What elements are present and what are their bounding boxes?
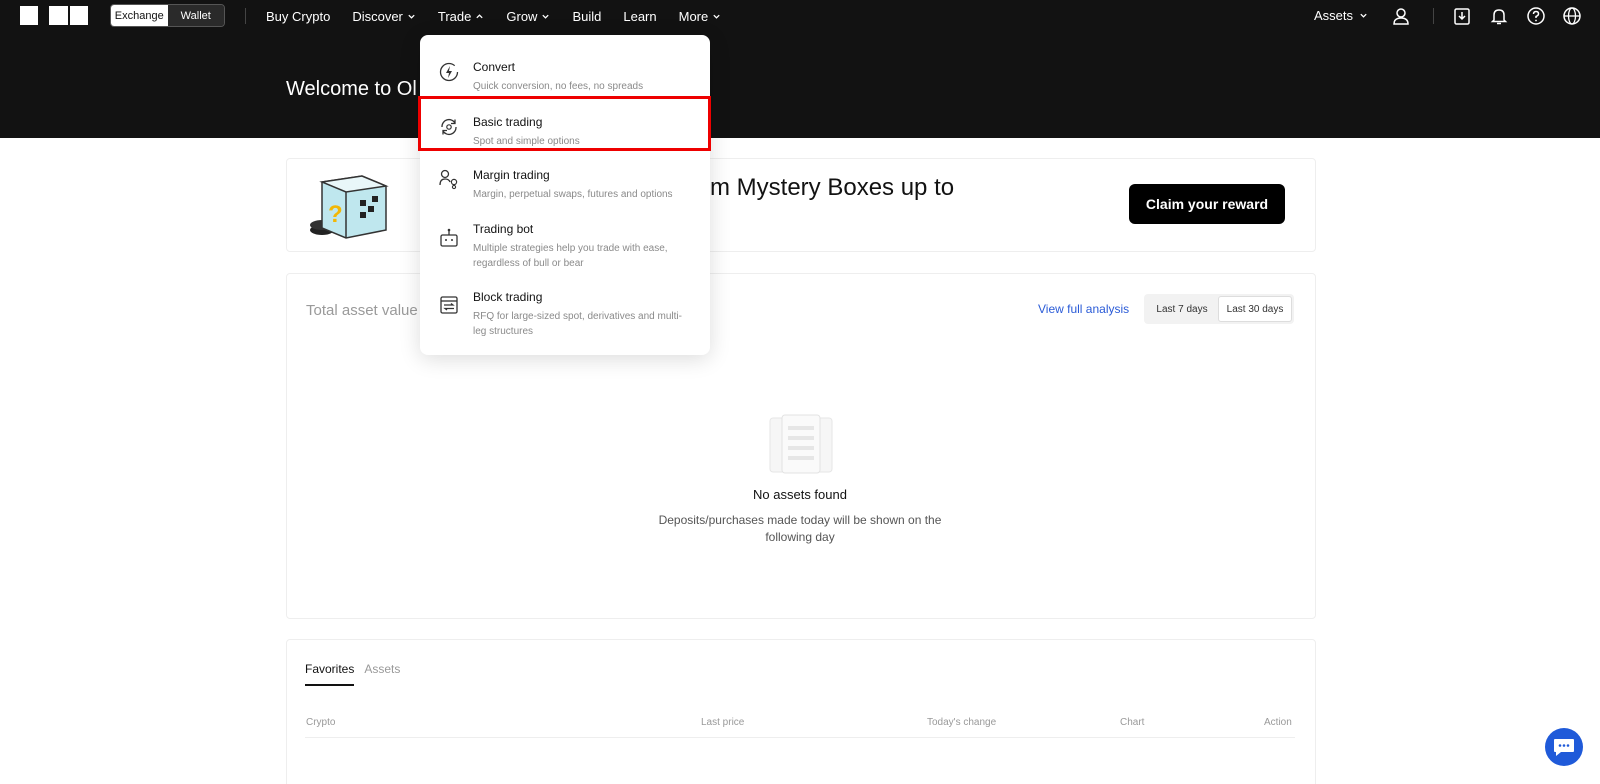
block-trading-icon <box>440 296 458 314</box>
menu-item-description: Quick conversion, no fees, no spreads <box>473 81 644 92</box>
convert-icon <box>439 62 459 82</box>
chevron-down-icon <box>713 14 720 19</box>
tab-favorites[interactable]: Favorites <box>305 662 355 686</box>
nav-trade[interactable]: Trade <box>438 9 484 24</box>
claim-reward-button[interactable]: Claim your reward <box>1129 184 1285 224</box>
empty-state-description: Deposits/purchases made today will be sh… <box>658 513 942 544</box>
nav-divider <box>245 8 246 24</box>
chat-icon <box>1554 739 1574 756</box>
nav-grow[interactable]: Grow <box>506 9 550 24</box>
column-header-todays-change: Today's change <box>927 717 997 728</box>
menu-item-description: Margin, perpetual swaps, futures and opt… <box>473 189 673 200</box>
main-nav: Buy Crypto Discover Trade Grow Build Lea… <box>266 0 721 32</box>
promo-text: laim Mystery Boxes up to <box>686 174 955 201</box>
nav-label: Buy Crypto <box>266 8 331 24</box>
margin-trading-icon <box>439 169 458 190</box>
welcome-heading: Welcome to Ol <box>286 78 417 100</box>
range-last-7-days[interactable]: Last 7 days <box>1146 296 1218 322</box>
view-full-analysis-link[interactable]: View full analysis <box>1038 302 1129 316</box>
menu-item-margin-trading[interactable]: Margin trading Margin, perpetual swaps, … <box>420 160 710 214</box>
assets-label: Assets <box>1314 8 1354 23</box>
empty-document-icon <box>769 414 833 474</box>
menu-item-title: Trading bot <box>473 222 534 236</box>
favorites-card <box>286 639 1316 784</box>
menu-item-title: Block trading <box>473 290 543 304</box>
download-icon[interactable] <box>1452 6 1472 26</box>
globe-icon[interactable] <box>1562 6 1582 26</box>
chevron-down-icon <box>1360 13 1367 18</box>
help-icon[interactable] <box>1526 6 1546 26</box>
menu-item-trading-bot[interactable]: Trading bot Multiple strategies help you… <box>420 214 710 282</box>
exchange-tab[interactable]: Exchange <box>111 5 168 26</box>
menu-item-title: Convert <box>473 60 516 74</box>
robot-icon <box>440 228 458 247</box>
menu-item-description: RFQ for large-sized spot, derivatives an… <box>473 311 682 337</box>
trade-dropdown-menu: Convert Quick conversion, no fees, no sp… <box>420 35 710 355</box>
nav-label: Learn <box>623 8 657 24</box>
column-header-action: Action <box>1264 717 1292 728</box>
chevron-up-icon <box>476 13 484 18</box>
nav-buy-crypto[interactable]: Buy Crypto <box>266 9 330 24</box>
nav-label: More <box>678 8 709 24</box>
nav-discover[interactable]: Discover <box>352 9 416 24</box>
column-header-last-price: Last price <box>701 717 745 728</box>
menu-item-title: Margin trading <box>473 168 550 182</box>
wallet-tab[interactable]: Wallet <box>167 5 224 26</box>
date-range-toggle: Last 7 days Last 30 days <box>1144 294 1294 324</box>
nav-label: Discover <box>352 8 403 24</box>
basic-trading-highlight-box <box>418 96 711 151</box>
empty-state-title: No assets found <box>753 487 847 502</box>
tab-assets[interactable]: Assets <box>364 662 400 686</box>
menu-item-description: Multiple strategies help you trade with … <box>473 243 668 269</box>
table-divider <box>305 737 1295 738</box>
range-last-30-days[interactable]: Last 30 days <box>1218 296 1292 322</box>
exchange-wallet-switch: Exchange Wallet <box>110 4 225 27</box>
nav-divider <box>1433 8 1434 24</box>
mystery-box-image: ? <box>310 175 389 239</box>
nav-label: Trade <box>437 8 472 24</box>
column-header-crypto: Crypto <box>306 717 336 728</box>
chevron-down-icon <box>408 14 415 19</box>
menu-item-block-trading[interactable]: Block trading RFQ for large-sized spot, … <box>420 283 710 351</box>
favorites-tabs: Favorites Assets <box>305 662 400 686</box>
okx-logo[interactable] <box>20 6 88 25</box>
svg-text:?: ? <box>328 201 343 228</box>
nav-label: Build <box>572 8 602 24</box>
total-asset-value-label: Total asset value <box>306 302 418 319</box>
nav-more[interactable]: More <box>679 9 722 24</box>
nav-learn[interactable]: Learn <box>623 9 656 24</box>
bell-icon[interactable] <box>1489 6 1509 26</box>
user-icon[interactable] <box>1391 6 1411 26</box>
nav-label: Grow <box>506 8 538 24</box>
support-chat-button[interactable] <box>1545 728 1583 766</box>
top-navigation-bar: Exchange Wallet Buy Crypto Discover Trad… <box>0 0 1600 32</box>
assets-menu[interactable]: Assets <box>1314 8 1368 23</box>
nav-build[interactable]: Build <box>572 9 601 24</box>
column-header-chart: Chart <box>1120 717 1145 728</box>
chevron-down-icon <box>542 14 550 19</box>
dashboard-hero <box>0 32 1600 138</box>
